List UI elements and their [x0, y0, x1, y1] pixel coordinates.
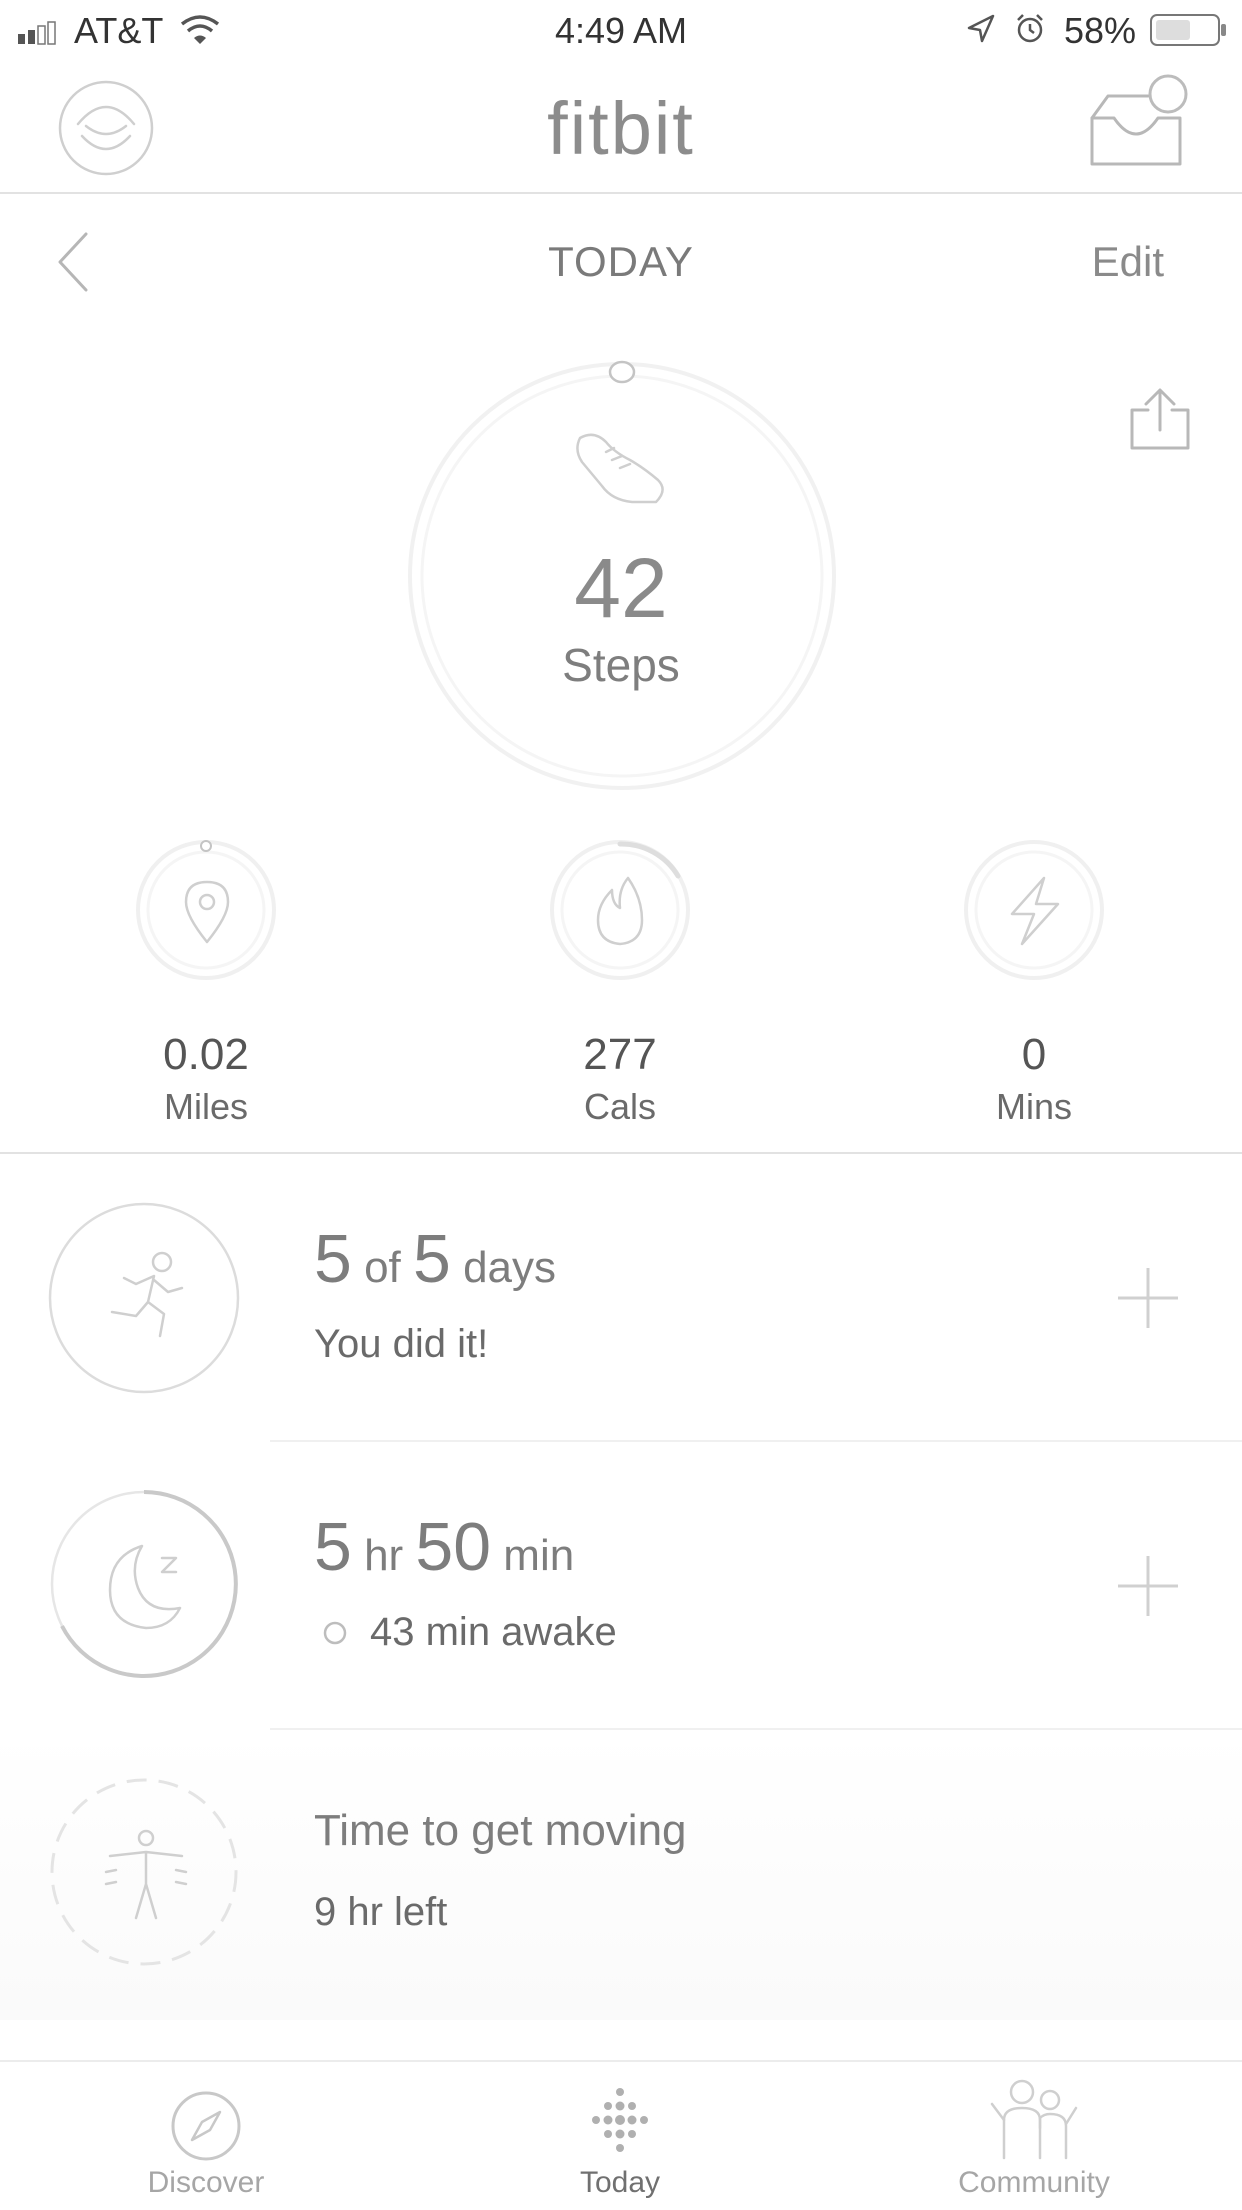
exercise-goal: 5 [413, 1221, 451, 1297]
sleep-hours: 5 [314, 1509, 352, 1585]
sleep-title: 5 hr 50 min [314, 1508, 574, 1586]
exercise-tile[interactable]: 5 of 5 days You did it! [0, 1154, 1242, 1440]
steps-label: Steps [562, 639, 680, 691]
sleep-minutes-unit: min [503, 1531, 575, 1580]
shoe-icon [576, 433, 664, 504]
tab-discover[interactable]: Discover [76, 2062, 336, 2208]
exercise-of: of [364, 1243, 401, 1292]
inbox-icon[interactable] [1088, 72, 1192, 172]
awake-dot-icon [323, 1621, 347, 1645]
page-title: TODAY [548, 238, 694, 285]
hourly-subtitle: 9 hr left [314, 1890, 448, 1934]
alarm-icon [1017, 14, 1043, 43]
active-minutes-value: 0 [1021, 1030, 1047, 1079]
runner-icon [110, 1251, 184, 1338]
steps-value: 42 [574, 541, 668, 635]
active-minutes-label: Mins [995, 1086, 1072, 1127]
status-time: 4:49 AM [554, 10, 688, 51]
calories-value: 277 [583, 1030, 657, 1079]
add-sleep-icon[interactable] [1116, 1554, 1180, 1618]
tab-community[interactable]: Community [904, 2062, 1164, 2208]
sleep-awake: 43 min awake [370, 1610, 617, 1654]
moon-icon [108, 1544, 182, 1630]
battery-icon [1150, 14, 1226, 46]
hourly-activity-tile[interactable]: Time to get moving 9 hr left [0, 1730, 1242, 2020]
fitbit-logo: fitbit [547, 87, 695, 170]
tab-today[interactable]: Today [490, 2062, 750, 2208]
compass-icon [171, 2091, 241, 2161]
fitbit-dots-icon [592, 2088, 648, 2152]
sleep-tile[interactable]: 5 hr 50 min 43 min awake [0, 1442, 1242, 1728]
calories-label: Cals [583, 1086, 657, 1127]
day-navigator: TODAY Edit [0, 232, 1242, 292]
battery-percent: 58% [1064, 10, 1137, 51]
tab-discover-label: Discover [147, 2166, 265, 2199]
exercise-unit: days [463, 1243, 557, 1292]
sleep-hours-unit: hr [364, 1531, 404, 1580]
hourly-title: Time to get moving [314, 1806, 687, 1855]
lightning-icon [1010, 876, 1060, 946]
exercise-subtitle: You did it! [314, 1322, 489, 1366]
tab-community-label: Community [958, 2166, 1110, 2199]
edit-button[interactable]: Edit [1092, 238, 1164, 286]
add-exercise-icon[interactable] [1116, 1266, 1180, 1330]
exercise-count: 5 [314, 1221, 352, 1297]
miles-value: 0.02 [163, 1030, 249, 1079]
stretching-person-icon [104, 1829, 188, 1920]
miles-label: Miles [163, 1086, 248, 1127]
tab-today-label: Today [579, 2166, 661, 2199]
community-icon [990, 2079, 1078, 2160]
flame-icon [596, 876, 644, 946]
share-icon[interactable] [1128, 388, 1192, 452]
location-pin-icon [184, 880, 230, 944]
app-header: fitbit [0, 62, 1242, 194]
location-arrow-icon [967, 14, 995, 43]
exercise-title: 5 of 5 days [314, 1220, 556, 1298]
sleep-minutes: 50 [415, 1509, 492, 1585]
status-bar: AT&T 4:49 AM 58% [0, 0, 1242, 62]
tab-bar: Discover Today Community [0, 2060, 1242, 2210]
